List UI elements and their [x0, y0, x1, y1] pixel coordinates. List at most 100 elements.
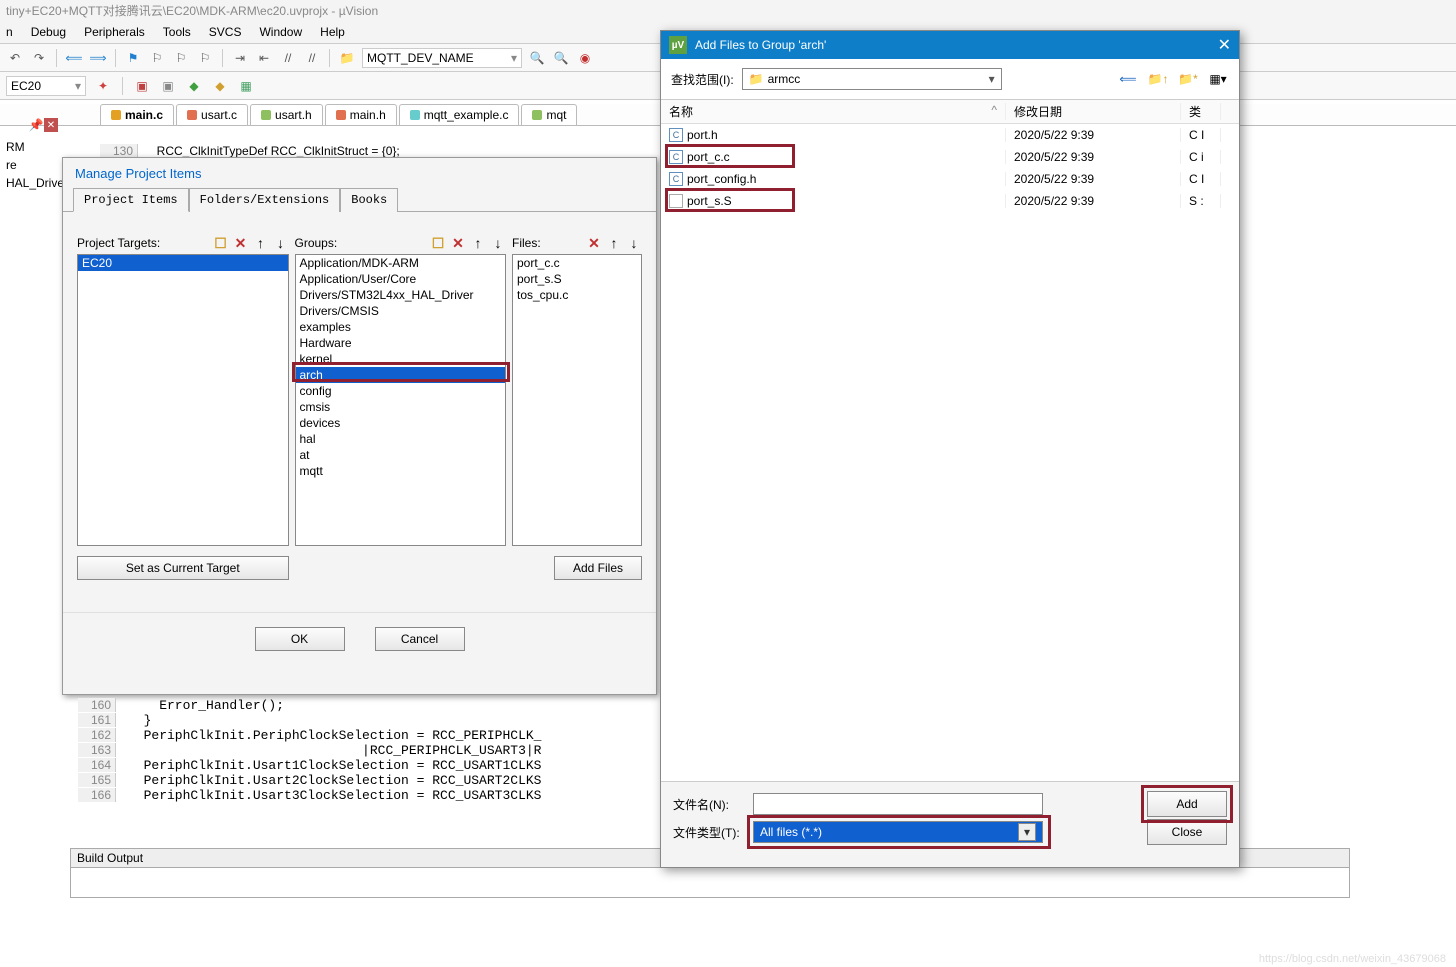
folder-combo[interactable]: 📁 armcc ▾ — [742, 68, 1002, 90]
new-icon[interactable]: ☐ — [213, 235, 229, 251]
delete-icon[interactable]: ✕ — [233, 235, 249, 251]
bookmark2-icon[interactable]: ⚐ — [148, 49, 166, 67]
tab-project-items[interactable]: Project Items — [73, 188, 189, 212]
menu-item[interactable]: n — [6, 25, 13, 39]
file-row[interactable]: C port.h2020/5/22 9:39C I — [661, 124, 1239, 146]
list-item[interactable]: Application/MDK-ARM — [296, 255, 506, 271]
down-icon[interactable]: ↓ — [490, 235, 506, 251]
tree-item[interactable]: RM — [0, 138, 70, 156]
list-item[interactable]: Hardware — [296, 335, 506, 351]
up-icon[interactable]: ↑ — [606, 235, 622, 251]
menu-item-help[interactable]: Help — [320, 25, 345, 39]
tab-mqt[interactable]: mqt — [521, 104, 577, 125]
tab-folders-extensions[interactable]: Folders/Extensions — [189, 188, 341, 212]
bookmark4-icon[interactable]: ⚐ — [196, 49, 214, 67]
view-menu-icon[interactable]: ▦▾ — [1207, 69, 1229, 89]
list-item[interactable]: Application/User/Core — [296, 271, 506, 287]
file-row[interactable]: C port_c.c2020/5/22 9:39C i — [661, 146, 1239, 168]
list-item[interactable]: mqtt — [296, 463, 506, 479]
list-item[interactable]: hal — [296, 431, 506, 447]
chevron-down-icon[interactable]: ▾ — [1018, 823, 1036, 841]
box1-icon[interactable]: ▣ — [133, 77, 151, 95]
tab-books[interactable]: Books — [340, 188, 398, 212]
tab-usart-h[interactable]: usart.h — [250, 104, 323, 125]
targets-label: Project Targets: — [77, 236, 160, 250]
up-icon[interactable]: ↑ — [470, 235, 486, 251]
cancel-button[interactable]: Cancel — [375, 627, 465, 651]
filetype-select[interactable]: All files (*.*) ▾ — [753, 821, 1043, 843]
comment-icon[interactable]: // — [279, 49, 297, 67]
add-button[interactable]: Add — [1147, 791, 1227, 817]
list-item[interactable]: tos_cpu.c — [513, 287, 641, 303]
menu-item-debug[interactable]: Debug — [31, 25, 66, 39]
filename-input[interactable] — [753, 793, 1043, 815]
up-folder-icon[interactable]: 📁↑ — [1147, 69, 1169, 89]
bookmark-icon[interactable]: ⚑ — [124, 49, 142, 67]
list-item[interactable]: cmsis — [296, 399, 506, 415]
targets-list[interactable]: EC20 — [77, 254, 289, 546]
file-row[interactable]: C port_config.h2020/5/22 9:39C I — [661, 168, 1239, 190]
find2-icon[interactable]: 🔍 — [552, 49, 570, 67]
redo-icon[interactable]: ↷ — [30, 49, 48, 67]
groups-list[interactable]: Application/MDK-ARMApplication/User/Core… — [295, 254, 507, 546]
add-files-button[interactable]: Add Files — [554, 556, 642, 580]
list-item[interactable]: Drivers/CMSIS — [296, 303, 506, 319]
box2-icon[interactable]: ▣ — [159, 77, 177, 95]
tree-item[interactable]: HAL_Drive — [0, 174, 70, 192]
new-folder-icon[interactable]: 📁* — [1177, 69, 1199, 89]
find-icon[interactable]: 🔍 — [528, 49, 546, 67]
close-icon[interactable]: ✕ — [44, 118, 58, 132]
undo-icon[interactable]: ↶ — [6, 49, 24, 67]
menu-item-svcs[interactable]: SVCS — [209, 25, 242, 39]
close-icon[interactable]: ✕ — [1218, 35, 1231, 55]
menu-item-peripherals[interactable]: Peripherals — [84, 25, 145, 39]
menu-item-tools[interactable]: Tools — [163, 25, 191, 39]
manage-icon[interactable]: ◆ — [185, 77, 203, 95]
list-item[interactable]: devices — [296, 415, 506, 431]
options-icon[interactable]: ✦ — [94, 77, 112, 95]
set-current-target-button[interactable]: Set as Current Target — [77, 556, 289, 580]
forward-icon[interactable]: ⟹ — [89, 49, 107, 67]
files-list[interactable]: port_c.cport_s.Stos_cpu.c — [512, 254, 642, 546]
tab-mqtt-example-c[interactable]: mqtt_example.c — [399, 104, 520, 125]
dialog-title: Manage Project Items — [63, 158, 656, 187]
ok-button[interactable]: OK — [255, 627, 345, 651]
close-button[interactable]: Close — [1147, 819, 1227, 845]
indent-icon[interactable]: ⇥ — [231, 49, 249, 67]
down-icon[interactable]: ↓ — [273, 235, 289, 251]
tree-item[interactable]: re — [0, 156, 70, 174]
bookmark3-icon[interactable]: ⚐ — [172, 49, 190, 67]
delete-icon[interactable]: ✕ — [450, 235, 466, 251]
list-item[interactable]: config — [296, 383, 506, 399]
list-item[interactable]: kernel — [296, 351, 506, 367]
col-type[interactable]: 类 — [1181, 103, 1221, 120]
col-date[interactable]: 修改日期 — [1006, 103, 1181, 120]
list-item[interactable]: port_s.S — [513, 271, 641, 287]
file-row[interactable]: port_s.S2020/5/22 9:39S : — [661, 190, 1239, 212]
list-item[interactable]: at — [296, 447, 506, 463]
list-item[interactable]: Drivers/STM32L4xx_HAL_Driver — [296, 287, 506, 303]
list-item[interactable]: port_c.c — [513, 255, 641, 271]
menu-item-window[interactable]: Window — [259, 25, 302, 39]
tab-main-c[interactable]: main.c — [100, 104, 174, 125]
tab-main-h[interactable]: main.h — [325, 104, 397, 125]
back-icon[interactable]: ⟸ — [65, 49, 83, 67]
debug-icon[interactable]: ◉ — [576, 49, 594, 67]
new-icon[interactable]: ☐ — [430, 235, 446, 251]
down-icon[interactable]: ↓ — [626, 235, 642, 251]
pin-icon[interactable]: 📌 — [28, 118, 44, 136]
outdent-icon[interactable]: ⇤ — [255, 49, 273, 67]
search-combo[interactable]: MQTT_DEV_NAME ▾ — [362, 48, 522, 68]
manage2-icon[interactable]: ◆ — [211, 77, 229, 95]
up-icon[interactable]: ↑ — [253, 235, 269, 251]
uncomment-icon[interactable]: // — [303, 49, 321, 67]
list-item[interactable]: arch — [296, 367, 506, 383]
config-icon[interactable]: ▦ — [237, 77, 255, 95]
folder-icon[interactable]: 📁 — [338, 49, 356, 67]
delete-icon[interactable]: ✕ — [586, 235, 602, 251]
target-combo[interactable]: EC20 ▾ — [6, 76, 86, 96]
tab-usart-c[interactable]: usart.c — [176, 104, 248, 125]
col-name[interactable]: 名称^ — [661, 103, 1006, 120]
back-icon[interactable]: ⟸ — [1117, 69, 1139, 89]
list-item[interactable]: examples — [296, 319, 506, 335]
